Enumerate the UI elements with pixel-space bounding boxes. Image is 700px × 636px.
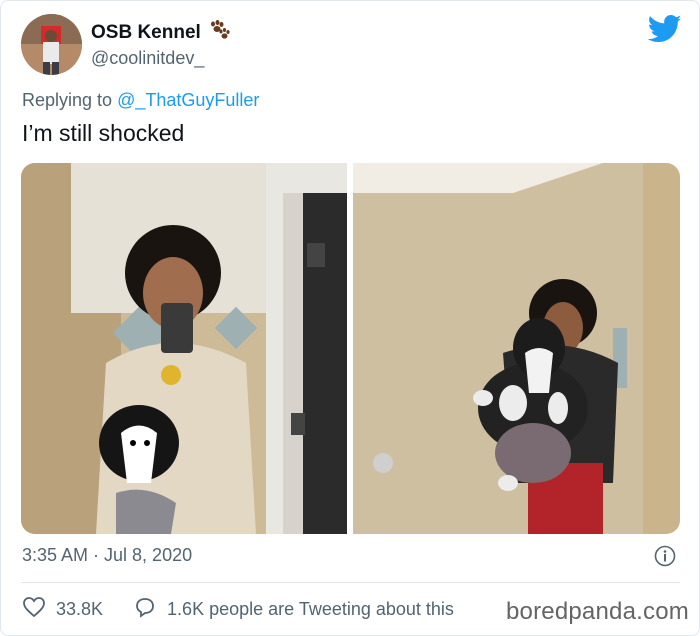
- divider: [21, 582, 680, 583]
- display-name[interactable]: OSB Kennel: [91, 22, 201, 44]
- paw-prints-icon: [209, 20, 231, 45]
- action-bar: 33.8K 1.6K people are Tweeting about thi…: [22, 596, 484, 623]
- tweet-photo-2[interactable]: [353, 163, 680, 534]
- avatar[interactable]: [21, 14, 82, 75]
- replying-to-link[interactable]: @_ThatGuyFuller: [117, 90, 259, 110]
- heart-icon: [22, 596, 46, 623]
- handle[interactable]: @coolinitdev_: [91, 48, 204, 69]
- name-row: OSB Kennel: [91, 20, 231, 45]
- watermark: boredpanda.com: [506, 598, 689, 625]
- tweet-photo-1[interactable]: [21, 163, 347, 534]
- tweeting-about-label: 1.6K people are Tweeting about this: [167, 599, 454, 619]
- twitter-bird-icon[interactable]: [647, 14, 682, 44]
- like-button[interactable]: 33.8K: [22, 596, 103, 623]
- replying-to: Replying to @_ThatGuyFuller: [22, 90, 259, 111]
- info-icon[interactable]: [654, 545, 676, 567]
- comment-icon: [133, 596, 157, 623]
- replying-label: Replying to: [22, 90, 113, 110]
- like-count: 33.8K: [56, 599, 104, 619]
- tweeting-about-button[interactable]: 1.6K people are Tweeting about this: [133, 596, 454, 623]
- tweet-text: I’m still shocked: [22, 120, 185, 146]
- tweet-timestamp[interactable]: 3:35 AM · Jul 8, 2020: [22, 545, 192, 566]
- media-grid: [21, 163, 680, 534]
